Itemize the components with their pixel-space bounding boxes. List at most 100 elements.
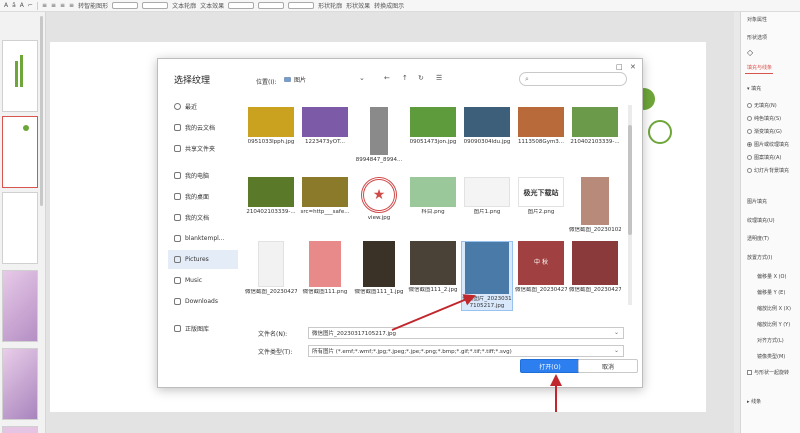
fill-bucket-icon[interactable]: ◇: [747, 48, 753, 57]
file-item[interactable]: 微信截图111.png: [299, 241, 351, 296]
ribbon-text-effect[interactable]: 文本效果: [200, 1, 224, 10]
sidebar-item-blanktemplates[interactable]: blanktempl...: [168, 229, 238, 248]
sidebar-item-downloads[interactable]: Downloads: [168, 292, 238, 311]
maximize-icon[interactable]: □: [616, 63, 623, 71]
radio-icon: [747, 116, 752, 121]
fill-option[interactable]: 图案填充(A): [747, 154, 781, 161]
chevron-down-icon[interactable]: ⌄: [614, 329, 619, 336]
chevron-down-icon[interactable]: ⌄: [614, 347, 619, 354]
file-item[interactable]: 微信截图111_1.jpg: [353, 241, 405, 296]
file-item[interactable]: 微信截图111_2.jpg: [407, 241, 459, 294]
ribbon-item-1[interactable]: ǎ: [12, 2, 16, 9]
location-value: 图片: [294, 77, 307, 84]
slide-thumbnail-selected[interactable]: [2, 116, 38, 188]
ribbon-item-7[interactable]: ≡: [69, 2, 74, 9]
file-item[interactable]: 09051473jon.jpg: [407, 107, 459, 146]
tab-shape-options[interactable]: 形状选项: [747, 34, 767, 41]
ribbon-convert-diagram[interactable]: 转换成图示: [374, 1, 404, 10]
slide-thumbnail[interactable]: [2, 270, 38, 342]
sidebar-item-cloud-docs[interactable]: 我的云文档: [168, 118, 238, 137]
file-grid-scrollbar[interactable]: [628, 105, 632, 305]
style-swatch[interactable]: [288, 2, 315, 9]
sidebar-item-documents[interactable]: 我的文档: [168, 208, 238, 227]
checkbox-icon: [747, 370, 752, 375]
file-item[interactable]: 科目.png: [407, 177, 459, 216]
filename-label: 文件名(N):: [258, 331, 288, 338]
file-item[interactable]: 极光下载站 图片2.png: [515, 177, 567, 216]
section-fill[interactable]: ▾ 填充: [747, 85, 761, 92]
style-swatch[interactable]: [228, 2, 255, 9]
file-item[interactable]: 8994847_8994...: [353, 107, 405, 164]
sidebar-item-label: 共享文件夹: [185, 146, 216, 153]
ribbon-item-4[interactable]: ≡: [42, 2, 47, 9]
fill-option[interactable]: 纯色填充(S): [747, 115, 781, 122]
file-name: 微信截图_20230427104...: [245, 289, 297, 295]
sidebar-item-gallery[interactable]: 正版图库: [168, 319, 238, 338]
ribbon-item-6[interactable]: ≡: [60, 2, 65, 9]
ribbon-shape-effect[interactable]: 形状效果: [346, 1, 370, 10]
refresh-icon[interactable]: ↻: [418, 74, 424, 82]
file-item[interactable]: 09090304ldu.jpg: [461, 107, 513, 146]
open-button[interactable]: 打开(O): [520, 359, 580, 373]
sidebar-item-my-computer[interactable]: 我的电脑: [168, 166, 238, 185]
sidebar-item-music[interactable]: Music: [168, 271, 238, 290]
ribbon-item-0[interactable]: A: [4, 2, 8, 9]
subtab-fill-line[interactable]: 填充与线条: [747, 64, 772, 71]
prop-offset-y: 偏移量 Y (E): [757, 290, 786, 296]
file-item-selected[interactable]: 微信图片_20230317105217.jpg: [461, 241, 513, 311]
ribbon-item-5[interactable]: ≡: [51, 2, 56, 9]
scrollbar-thumb[interactable]: [628, 125, 632, 235]
style-swatch[interactable]: [258, 2, 285, 9]
slide-thumbnail[interactable]: [2, 40, 38, 112]
file-item[interactable]: 微信截图_20230102154...: [569, 177, 621, 234]
rotate-with-shape-checkbox[interactable]: 与形状一起旋转: [747, 369, 789, 376]
fill-option[interactable]: 渐变填充(G): [747, 128, 782, 135]
file-item[interactable]: ★ view.jpg: [353, 177, 405, 222]
file-item[interactable]: 0951033lpph.jpg: [245, 107, 297, 146]
filename-value: 微信图片_20230317105217.jpg: [312, 331, 396, 337]
slide-thumbnail[interactable]: [2, 426, 38, 433]
thumbnail-scrollbar[interactable]: [40, 16, 43, 206]
sidebar-item-pictures[interactable]: Pictures: [168, 250, 238, 269]
folder-icon: [174, 256, 181, 263]
slide-thumbnail[interactable]: [2, 192, 38, 264]
file-item[interactable]: 微信截图_20230427125...: [569, 241, 621, 294]
ribbon-item-3[interactable]: ⌐: [28, 2, 33, 9]
ribbon-smartart[interactable]: 转智能图形: [78, 1, 108, 10]
fill-option-selected[interactable]: 图片或纹理填充: [747, 141, 789, 148]
cloud-icon: [174, 124, 181, 131]
fill-option[interactable]: 幻灯片背景填充: [747, 167, 789, 174]
section-line[interactable]: ▸ 线条: [747, 398, 761, 405]
up-arrow-icon[interactable]: ↑: [402, 74, 408, 82]
ribbon-shape-outline[interactable]: 形状轮廓: [318, 1, 342, 10]
file-name: 09051473jon.jpg: [409, 139, 457, 145]
view-mode-icon[interactable]: ☰: [436, 74, 442, 82]
file-item[interactable]: 1113508Gym3...: [515, 107, 567, 146]
fill-option[interactable]: 无填充(N): [747, 102, 777, 109]
back-arrow-icon[interactable]: ←: [384, 74, 390, 82]
sidebar-item-shared-folder[interactable]: 共享文件夹: [168, 139, 238, 158]
ribbon-text-outline[interactable]: 文本轮廓: [172, 1, 196, 10]
filename-input[interactable]: 微信图片_20230317105217.jpg ⌄: [308, 327, 624, 339]
file-item[interactable]: 210402103339-...: [245, 177, 297, 216]
style-swatch[interactable]: [112, 2, 139, 9]
filetype-select[interactable]: 所有图片 (*.emf;*.wmf;*.jpg;*.jpeg;*.jpe;*.p…: [308, 345, 624, 357]
fill-option-label: 图案填充(A): [754, 155, 782, 161]
sidebar-item-recent[interactable]: 最近: [168, 97, 238, 116]
file-item[interactable]: 中 秋微信截图_20230427125...: [515, 241, 567, 294]
ribbon-item-2[interactable]: A: [20, 2, 24, 9]
slide-thumbnail[interactable]: [2, 348, 38, 420]
fill-option-label: 图片或纹理填充: [754, 142, 790, 148]
cancel-button[interactable]: 取消: [578, 359, 638, 373]
search-input[interactable]: ⌕: [519, 72, 627, 86]
outline-circle-shape[interactable]: [648, 120, 672, 144]
file-item[interactable]: 210402103339-...: [569, 107, 621, 146]
close-icon[interactable]: ✕: [630, 63, 636, 71]
file-item[interactable]: 1223473yOT...: [299, 107, 351, 146]
sidebar-item-desktop[interactable]: 我的桌面: [168, 187, 238, 206]
file-item[interactable]: 微信截图_20230427104...: [245, 241, 297, 296]
file-item[interactable]: src=http___safe...: [299, 177, 351, 216]
style-swatch[interactable]: [142, 2, 169, 9]
file-item[interactable]: 图片1.png: [461, 177, 513, 216]
location-dropdown-icon[interactable]: ⌄: [359, 74, 365, 82]
